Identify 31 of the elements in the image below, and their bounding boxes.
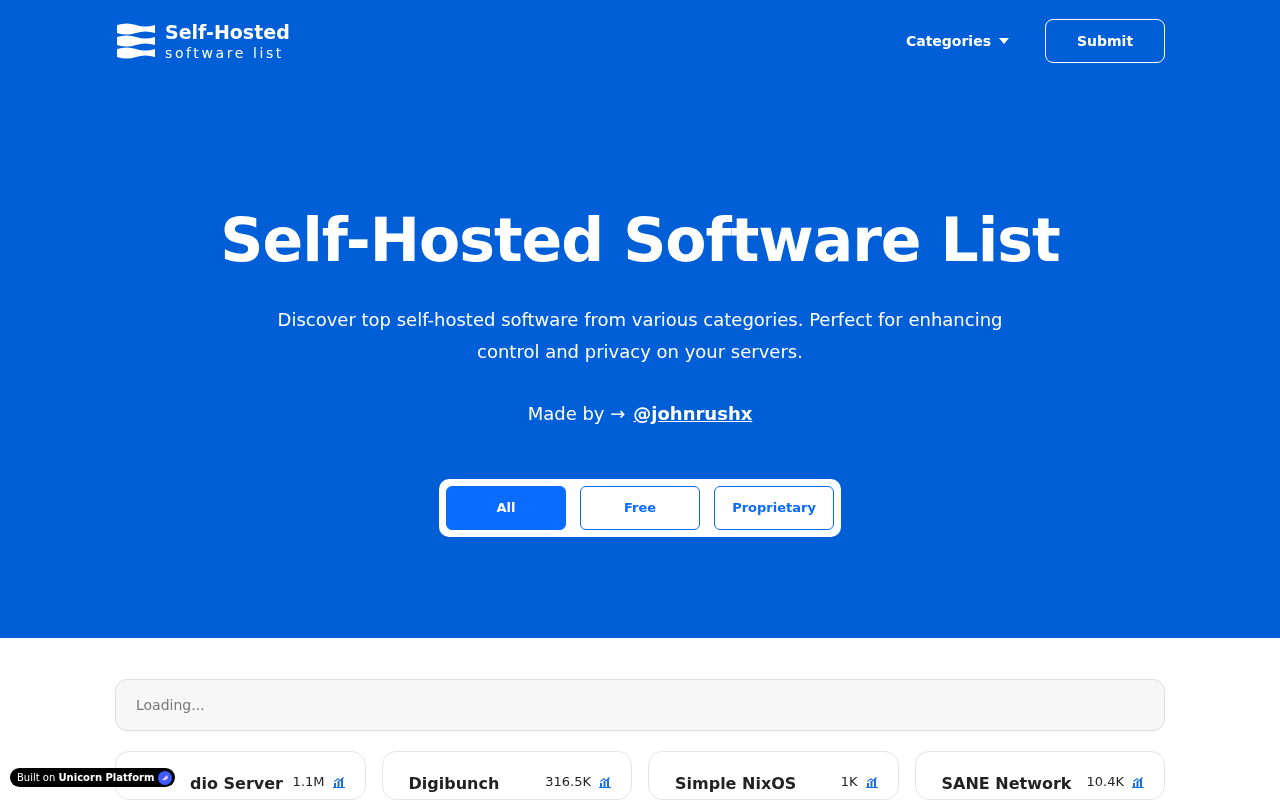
- software-card[interactable]: Simple NixOS 1K: [648, 751, 899, 800]
- made-by-label: Made by →: [527, 402, 626, 426]
- software-card[interactable]: SANE Network 10.4K: [914, 751, 1165, 800]
- popularity-count: 1K: [840, 773, 858, 791]
- card-title: Digibunch: [408, 773, 500, 795]
- categories-dropdown[interactable]: Categories: [899, 29, 1015, 53]
- popularity-count: 1.1M: [292, 773, 325, 791]
- hero-title: Self-Hosted Software List: [219, 204, 1061, 276]
- card-title: Simple NixOS: [675, 773, 797, 795]
- logo-waves-icon: [115, 22, 157, 60]
- chart-icon: [332, 775, 345, 788]
- chart-icon: [865, 775, 878, 788]
- hero-description: Discover top self-hosted software from various categories. Perfect for enhancing control and privacy on your servers.: [276, 308, 1004, 364]
- filter-tab[interactable]: Proprietary: [714, 486, 834, 530]
- caret-icon: [999, 38, 1009, 44]
- popularity-count: 316.5K: [545, 773, 591, 791]
- chart-icon: [1132, 775, 1144, 788]
- popularity-count: 10.4K: [1086, 773, 1124, 791]
- card-title: dio Server: [190, 773, 283, 795]
- logo-title: Self-Hosted: [165, 22, 290, 42]
- search-field[interactable]: Loading...: [115, 679, 1165, 731]
- software-card[interactable]: Digibunch 316.5K: [381, 751, 632, 800]
- logo-subtitle: software list: [165, 45, 285, 60]
- filter-tab[interactable]: Free: [580, 486, 700, 530]
- submit-button[interactable]: Submit: [1045, 19, 1165, 63]
- chart-icon: [599, 775, 611, 788]
- author-link[interactable]: @johnrushx: [633, 400, 753, 427]
- filter-tab[interactable]: All: [446, 486, 566, 530]
- built-on-badge[interactable]: Built on Unicorn Platform: [10, 768, 176, 787]
- platform-logo-icon: [158, 770, 173, 785]
- card-title: SANE Network: [941, 773, 1072, 795]
